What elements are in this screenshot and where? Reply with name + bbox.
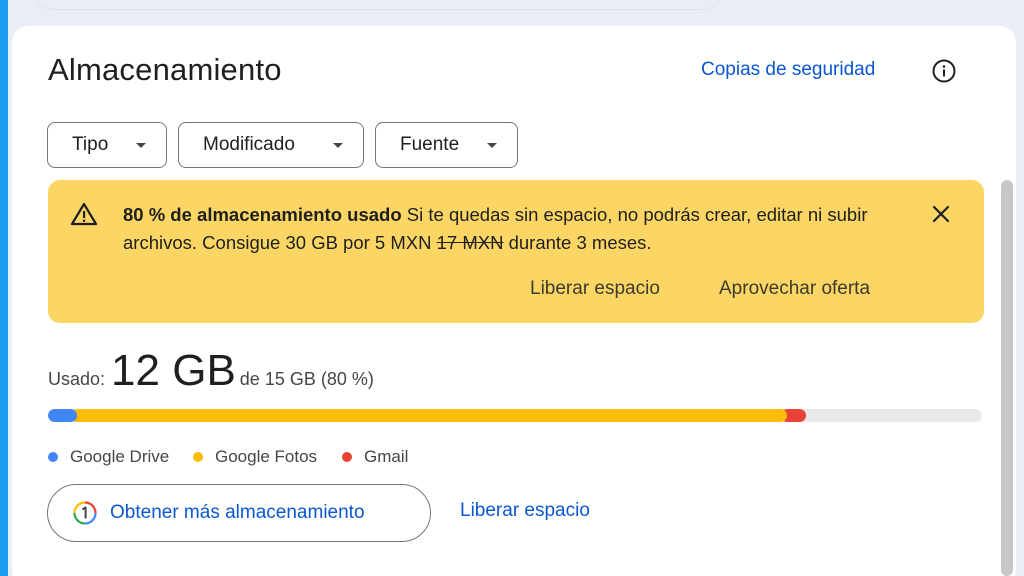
usage-segment-google-drive <box>48 409 77 422</box>
photos-dot-icon <box>193 452 203 462</box>
page-title: Almacenamiento <box>48 52 282 87</box>
free-space-link[interactable]: Liberar espacio <box>460 500 590 522</box>
filter-type-chip[interactable]: Tipo <box>47 122 167 168</box>
usage-summary: Usado: 12 GB de 15 GB (80 %) <box>48 346 374 396</box>
storage-usage-bar <box>48 409 982 422</box>
search-bar[interactable] <box>30 0 725 10</box>
get-more-storage-label: Obtener más almacenamiento <box>110 502 365 523</box>
banner-message: 80 % de almacenamiento usado Si te queda… <box>123 201 913 257</box>
close-icon[interactable] <box>928 201 954 227</box>
banner-free-space-button[interactable]: Liberar espacio <box>530 278 660 300</box>
banner-body-end: durante 3 meses. <box>503 232 652 253</box>
caret-down-icon <box>333 143 343 148</box>
caret-down-icon <box>136 143 146 148</box>
legend-label-drive: Google Drive <box>70 447 170 466</box>
usage-total: de 15 GB (80 %) <box>239 369 374 389</box>
filter-modified-label: Modificado <box>203 134 295 155</box>
filter-modified-chip[interactable]: Modificado <box>178 122 364 168</box>
google-one-icon <box>73 501 97 525</box>
filter-source-label: Fuente <box>400 134 460 155</box>
usage-used-value: 12 GB <box>111 346 236 395</box>
banner-headline: 80 % de almacenamiento usado <box>123 204 402 225</box>
warning-icon <box>70 201 98 227</box>
info-icon[interactable] <box>931 58 957 84</box>
drive-dot-icon <box>48 452 58 462</box>
get-more-storage-button[interactable]: Obtener más almacenamiento <box>47 484 431 542</box>
usage-segment-google-fotos <box>71 409 787 422</box>
legend-label-gmail: Gmail <box>364 447 409 466</box>
legend-item-gmail: Gmail <box>342 447 408 467</box>
banner-offer-button[interactable]: Aprovechar oferta <box>719 278 870 300</box>
legend-item-drive: Google Drive <box>48 447 169 467</box>
filter-source-chip[interactable]: Fuente <box>375 122 518 168</box>
legend-item-photos: Google Fotos <box>193 447 317 467</box>
filter-type-label: Tipo <box>72 134 109 155</box>
window-edge <box>0 0 8 576</box>
usage-label: Usado: <box>48 369 106 389</box>
legend-label-photos: Google Fotos <box>215 447 318 466</box>
backups-link[interactable]: Copias de seguridad <box>701 59 875 81</box>
old-price: 17 MXN <box>436 232 504 253</box>
gmail-dot-icon <box>342 452 352 462</box>
caret-down-icon <box>487 143 497 148</box>
scrollbar-thumb[interactable] <box>1001 180 1013 576</box>
